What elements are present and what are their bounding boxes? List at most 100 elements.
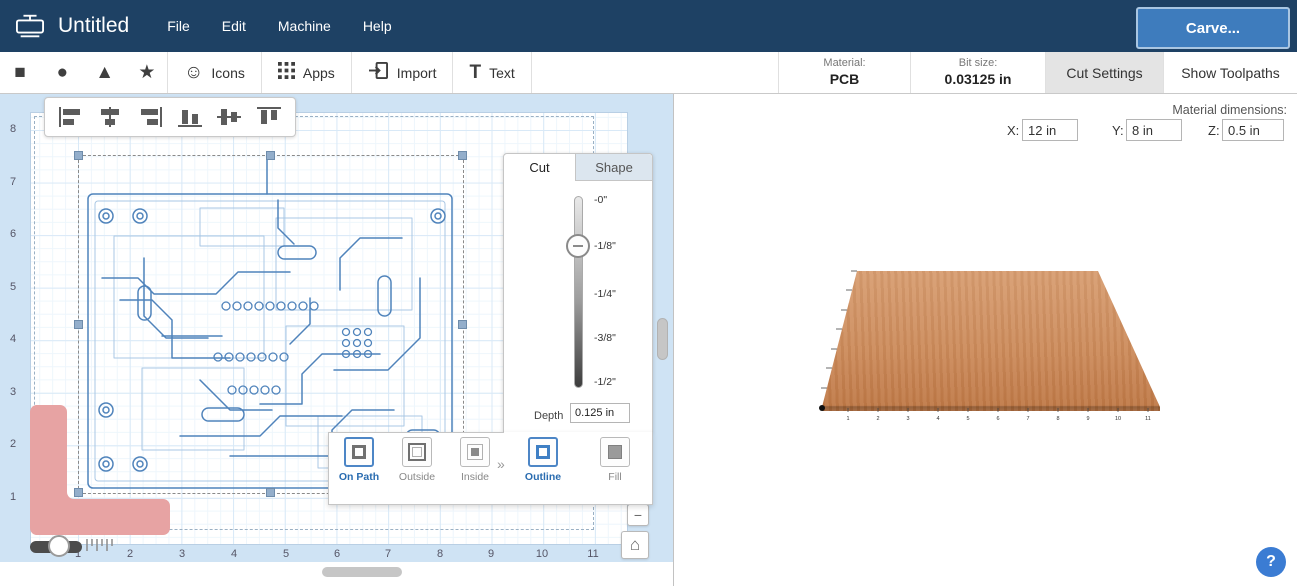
shape-toolbar: ■ ● ▲ ★ ☺ Icons Apps Import T Text Mater… [0,52,1297,94]
align-middle-vertical-button[interactable] [212,102,246,132]
ruler-label: 1 [9,491,17,503]
on-path-button[interactable]: On Path [331,437,387,499]
bit-size-info[interactable]: Bit size: 0.03125 in [911,52,1046,93]
import-icon [368,61,389,85]
selection-handle[interactable] [458,320,467,329]
ruler-label: 6 [333,548,341,560]
depth-input[interactable] [570,403,630,423]
outline-button[interactable]: Outline [515,437,571,499]
carve-button[interactable]: Carve... [1136,7,1290,49]
align-top-button[interactable] [252,102,286,132]
menu-item-file[interactable]: File [167,18,190,34]
apps-grid-icon [277,61,295,84]
y-dimension-input[interactable] [1126,119,1182,141]
star-icon: ★ [138,62,156,83]
cut-settings-tab[interactable]: Cut Settings [1046,52,1164,93]
depth-tick-label: -1/2" [594,376,616,388]
selection-handle[interactable] [74,488,83,497]
icons-label: Icons [211,64,245,81]
horizontal-scrollbar[interactable] [322,567,402,577]
x-dimension-label: X: [1007,123,1020,138]
expand-chevron-icon: » [497,456,505,472]
ruler-label: 4 [230,548,238,560]
zoom-knob[interactable] [48,535,70,557]
home-icon: ⌂ [629,535,641,554]
align-center-horizontal-button[interactable] [93,102,127,132]
align-right-icon [141,107,163,127]
apps-button[interactable]: Apps [262,52,352,93]
outline-label: Outline [524,471,562,483]
text-button[interactable]: T Text [453,52,532,93]
x-dimension-input[interactable] [1022,119,1078,141]
ruler-label: 4 [9,333,17,345]
material-info[interactable]: Material: PCB [779,52,911,93]
menu-item-machine[interactable]: Machine [278,18,331,34]
material-dimensions-label: Material dimensions: [1172,103,1287,117]
selection-handle[interactable] [266,488,275,497]
vertical-scrollbar[interactable] [657,318,668,360]
ruler-label: 3 [178,548,186,560]
panel-border [328,432,504,433]
alignment-toolbar [44,97,296,137]
triangle-icon: ▲ [95,61,115,83]
on-path-label: On Path [338,471,380,483]
minus-icon: − [633,507,643,523]
inside-button[interactable]: Inside [447,437,503,499]
ruler-label: 5 [9,281,17,293]
star-shape-button[interactable]: ★ [127,61,167,84]
ruler-label: 9 [487,548,495,560]
align-bottom-icon [177,110,202,127]
depth-tick-label: -3/8" [594,332,616,344]
depth-tick-label: -1/4" [594,288,616,300]
align-bottom-button[interactable] [173,102,207,132]
cut-position-panel: On Path Outside Inside » Outline Fill [328,432,653,505]
cut-shape-panel: Cut Shape -0" -1/8" -1/4" -3/8" -1/2" De… [503,153,653,433]
import-button[interactable]: Import [352,52,454,93]
triangle-shape-button[interactable]: ▲ [85,62,125,84]
fill-button[interactable]: Fill [587,437,643,499]
square-icon: ■ [14,61,26,83]
align-center-horizontal-icon [101,107,120,127]
circle-shape-button[interactable]: ● [42,62,82,84]
show-toolpaths-tab[interactable]: Show Toolpaths [1164,52,1297,93]
depth-slider-knob[interactable] [566,234,590,258]
inside-icon [460,437,490,467]
selection-handle[interactable] [74,320,83,329]
canvas-home-button[interactable]: ⌂ [621,531,649,559]
align-left-icon [58,107,80,127]
selection-handle[interactable] [266,151,275,160]
ruler-label: 11 [587,548,599,560]
depth-slider-track[interactable] [574,196,583,388]
align-middle-vertical-icon [217,109,242,125]
ruler-label: 8 [436,548,444,560]
inside-label: Inside [460,471,490,483]
help-button[interactable]: ? [1256,547,1286,577]
z-dimension-input[interactable] [1222,119,1284,141]
ruler-label: 7 [384,548,392,560]
ruler-label: 2 [9,438,17,450]
align-left-button[interactable] [54,102,88,132]
selection-handle[interactable] [74,151,83,160]
depth-tick-label: -0" [594,194,608,206]
align-right-button[interactable] [133,102,167,132]
square-shape-button[interactable]: ■ [0,62,40,84]
outside-label: Outside [398,471,436,483]
text-tool-icon: T [469,61,482,83]
question-mark-icon: ? [1266,553,1276,570]
easel-machine-logo-icon[interactable] [12,10,48,42]
icons-button[interactable]: ☺ Icons [168,52,262,93]
canvas-zoom-out-button[interactable]: − [627,504,649,526]
tab-shape[interactable]: Shape [575,154,652,181]
ruler-label: 6 [9,228,17,240]
outside-button[interactable]: Outside [389,437,445,499]
selection-handle[interactable] [458,151,467,160]
menu-item-help[interactable]: Help [363,18,392,34]
tab-cut[interactable]: Cut [504,154,575,181]
ruler-label: 8 [9,123,17,135]
menu-item-edit[interactable]: Edit [222,18,246,34]
depth-label: Depth [534,410,564,422]
project-title[interactable]: Untitled [58,14,129,38]
top-bar: Untitled File Edit Machine Help Carve... [0,0,1297,52]
text-label: Text [489,64,515,81]
depth-tick-label: -1/8" [594,240,616,252]
